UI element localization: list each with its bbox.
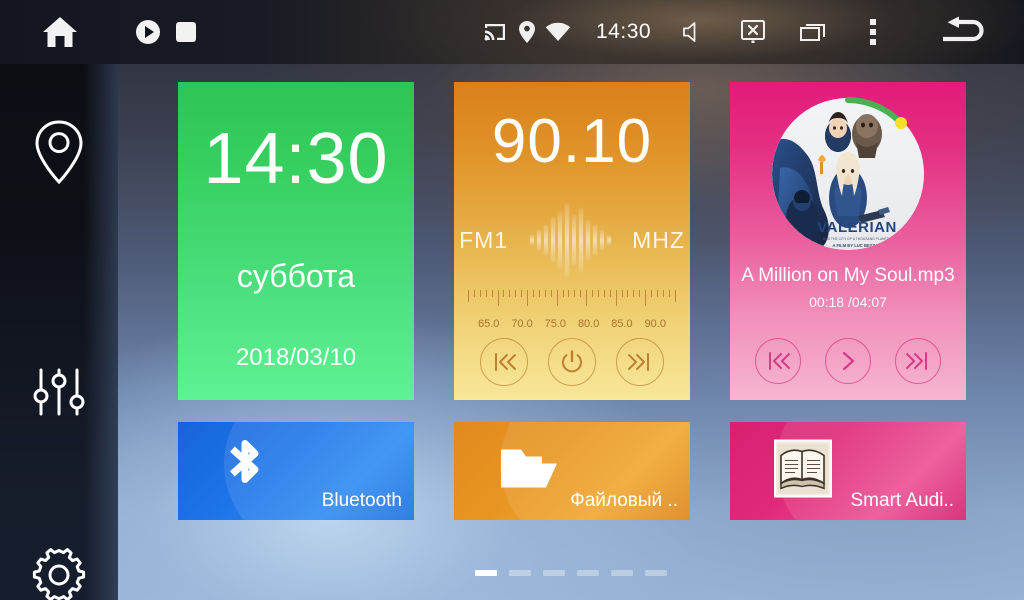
scale-label: 80.0 bbox=[577, 318, 600, 330]
scale-label: 70.0 bbox=[511, 318, 533, 330]
screen-off-icon[interactable] bbox=[736, 0, 770, 64]
bluetooth-icon bbox=[222, 438, 268, 505]
shortcut-label: Smart Audi.. bbox=[850, 490, 955, 511]
shortcut-label: Bluetooth bbox=[321, 490, 402, 511]
recent-apps-icon[interactable] bbox=[798, 0, 832, 64]
clock-day-of-week: суббота bbox=[236, 258, 356, 294]
prev-track-icon bbox=[495, 353, 516, 371]
music-controls bbox=[730, 338, 966, 384]
stop-icon[interactable] bbox=[170, 0, 202, 64]
radio-frequency-scale[interactable] bbox=[468, 290, 676, 316]
back-icon[interactable] bbox=[934, 0, 994, 64]
home-icon[interactable] bbox=[28, 0, 92, 64]
page-dot[interactable] bbox=[645, 570, 667, 576]
page-dot[interactable] bbox=[543, 570, 565, 576]
radio-band-label: FM1 bbox=[459, 226, 509, 253]
overflow-menu-icon[interactable] bbox=[858, 0, 888, 64]
page-dot[interactable] bbox=[611, 570, 633, 576]
status-bar: 14:30 bbox=[0, 0, 1024, 64]
shortcut-file-manager[interactable]: Файловый .. bbox=[454, 422, 690, 520]
radio-power-button[interactable] bbox=[548, 338, 596, 386]
radio-widget[interactable]: 90.10 FM1 MHZ 65.0 70.0 75.0 80.0 85.0 9… bbox=[454, 82, 690, 400]
left-sidebar bbox=[0, 64, 118, 600]
playback-progress-arc bbox=[845, 97, 907, 129]
page-indicator[interactable] bbox=[118, 570, 1024, 576]
mute-icon[interactable] bbox=[678, 0, 712, 64]
radio-next-button[interactable] bbox=[616, 338, 664, 386]
sidebar-item-navigation[interactable] bbox=[0, 104, 118, 200]
music-next-button[interactable] bbox=[895, 338, 941, 384]
next-track-icon bbox=[906, 352, 927, 370]
radio-scale-labels: 65.0 70.0 75.0 80.0 85.0 90.0 bbox=[468, 318, 676, 330]
radio-prev-button[interactable] bbox=[480, 338, 528, 386]
clock-widget[interactable]: 14:30 суббота 2018/03/10 bbox=[178, 82, 414, 400]
clock-time: 14:30 bbox=[203, 119, 389, 199]
next-track-icon bbox=[628, 353, 649, 371]
navigation-icon bbox=[35, 120, 83, 185]
play-icon[interactable] bbox=[132, 0, 164, 64]
page-dot[interactable] bbox=[475, 570, 497, 576]
shortcut-smart-audiobook[interactable]: Smart Audi.. bbox=[730, 422, 966, 520]
music-widget[interactable]: VALERIAN AND THE CITY OF A THOUSAND PLAN… bbox=[730, 82, 966, 400]
track-time: 00:18 /04:07 bbox=[809, 294, 887, 310]
radio-frequency: 90.10 bbox=[491, 107, 653, 176]
radio-waveform-icon bbox=[514, 201, 626, 279]
status-clock: 14:30 bbox=[596, 20, 652, 43]
shortcut-label: Файловый .. bbox=[570, 490, 678, 511]
book-icon bbox=[774, 439, 832, 503]
music-prev-button[interactable] bbox=[755, 338, 801, 384]
scale-label: 65.0 bbox=[478, 318, 500, 330]
folder-icon bbox=[498, 444, 560, 499]
shortcut-bluetooth[interactable]: Bluetooth bbox=[178, 422, 414, 520]
sidebar-item-equalizer[interactable] bbox=[0, 344, 118, 440]
sidebar-item-settings[interactable] bbox=[0, 527, 118, 600]
clock-date: 2018/03/10 bbox=[235, 344, 357, 371]
equalizer-icon bbox=[33, 368, 85, 416]
radio-controls bbox=[454, 338, 690, 386]
cast-icon[interactable] bbox=[480, 0, 510, 64]
location-icon bbox=[514, 0, 540, 64]
power-icon bbox=[562, 350, 582, 373]
music-play-button[interactable] bbox=[825, 338, 871, 384]
page-dot[interactable] bbox=[509, 570, 531, 576]
scale-label: 75.0 bbox=[544, 318, 567, 330]
radio-band-row: FM1 MHZ bbox=[454, 204, 690, 276]
play-icon bbox=[842, 351, 855, 371]
settings-icon bbox=[32, 548, 86, 600]
album-art-wrapper[interactable]: VALERIAN AND THE CITY OF A THOUSAND PLAN… bbox=[772, 97, 924, 250]
scale-label: 90.0 bbox=[644, 318, 666, 330]
wifi-icon bbox=[543, 0, 573, 64]
scale-label: 85.0 bbox=[611, 318, 633, 330]
radio-unit-label: MHZ bbox=[632, 226, 685, 253]
prev-track-icon bbox=[769, 352, 790, 370]
track-title: A Million on My Soul.mp3 bbox=[741, 265, 955, 286]
page-dot[interactable] bbox=[577, 570, 599, 576]
home-widget-grid: 14:30 суббота 2018/03/10 90.10 FM1 MHZ 6… bbox=[118, 64, 1024, 600]
